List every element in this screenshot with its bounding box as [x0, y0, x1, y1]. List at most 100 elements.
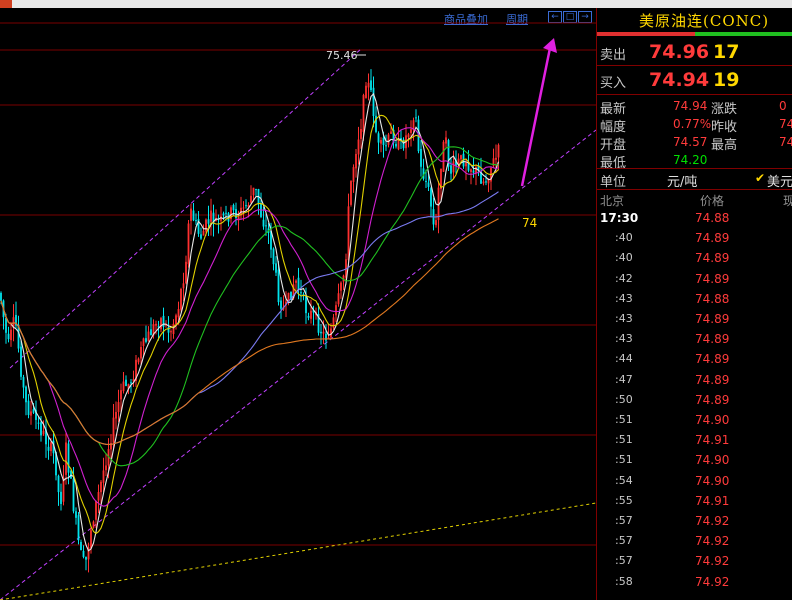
window-title-bar — [0, 0, 792, 8]
candle-body — [347, 206, 350, 261]
tick-time: :55 — [615, 493, 633, 507]
tick-price: 74.89 — [695, 312, 730, 326]
unit-row: 单位 元/吨 ✔ 美元 — [597, 170, 792, 190]
candle-body — [200, 234, 202, 239]
candle-body — [387, 134, 390, 145]
tick-time: :43 — [615, 312, 633, 325]
candle-body — [92, 521, 95, 528]
candle-body — [125, 379, 127, 386]
candle-body — [340, 282, 342, 291]
currency-select[interactable]: 美元 — [767, 171, 792, 190]
candle-body — [97, 492, 100, 501]
tick-row: :43 74.88 — [597, 292, 792, 312]
candle-body — [277, 269, 280, 303]
candle-body — [255, 189, 257, 191]
tick-row: :51 74.91 — [597, 433, 792, 453]
candle-body — [410, 129, 412, 133]
candle-body — [72, 478, 75, 512]
stat-value-2: 74 — [779, 135, 792, 149]
candle-body — [245, 205, 247, 207]
candle-body — [252, 187, 255, 196]
candle-body — [495, 157, 497, 160]
tick-time: :57 — [615, 534, 633, 548]
tick-price: 74.92 — [695, 574, 730, 589]
candle-body — [297, 277, 300, 290]
candle-body — [272, 248, 275, 265]
candle-body — [485, 181, 487, 183]
candle-body — [27, 400, 30, 415]
stat-row: 开盘 74.57 最高 74 — [597, 134, 792, 153]
candle-body — [175, 315, 177, 325]
candle-body — [265, 225, 267, 227]
candle-body — [25, 386, 27, 403]
candle-body — [372, 87, 375, 117]
stat-value-2: 0 — [779, 99, 787, 113]
candle-body — [450, 165, 452, 174]
candle-body — [67, 443, 70, 473]
tick-time: :54 — [615, 473, 633, 487]
tick-price: 74.92 — [695, 554, 730, 569]
unit-label: 单位 — [600, 175, 627, 190]
candle-body — [305, 295, 307, 314]
tick-row: :43 74.89 — [597, 332, 792, 352]
tick-time: :50 — [615, 392, 633, 406]
candle-body — [225, 212, 227, 214]
tick-time: :42 — [615, 271, 633, 285]
candle-body — [435, 220, 437, 226]
candle-body — [222, 213, 225, 216]
instrument-title: 美原油连(CONC) — [639, 12, 770, 30]
candle-body — [182, 283, 185, 289]
candle-body — [430, 188, 432, 207]
candle-body — [280, 300, 282, 309]
candle-body — [365, 85, 367, 98]
stat-label: 开盘 — [600, 138, 627, 153]
candle-body — [452, 161, 455, 173]
sell-volume: 17 — [713, 41, 740, 63]
candle-body — [37, 422, 40, 424]
tick-price: 74.89 — [695, 352, 730, 367]
stat-value: 74.57 — [673, 135, 708, 149]
stat-label-2: 昨收 — [711, 120, 738, 135]
tick-price-header: 价格 — [700, 194, 725, 208]
tick-vol-header: 现 — [783, 192, 792, 209]
tick-time: :51 — [615, 413, 633, 426]
candle-body — [195, 220, 197, 222]
candle-body — [105, 465, 107, 471]
candle-body — [445, 137, 447, 144]
candle-body — [295, 280, 297, 283]
stat-value-2: 74 — [779, 117, 792, 131]
tick-price: 74.89 — [695, 251, 730, 266]
buy-row: 买入 74.94 19 — [597, 68, 792, 92]
divider — [597, 94, 792, 95]
sell-label: 卖出 — [600, 48, 627, 63]
candle-body — [5, 317, 7, 333]
candle-body — [350, 181, 352, 205]
candle-body — [390, 131, 392, 134]
candle-body — [192, 210, 195, 221]
tick-time: :57 — [615, 554, 633, 568]
tick-row: :43 74.89 — [597, 312, 792, 332]
candle-body — [122, 381, 125, 392]
tick-price: 74.90 — [695, 453, 730, 468]
candle-body — [360, 128, 362, 139]
divider — [597, 168, 792, 169]
tick-price: 74.88 — [695, 291, 730, 306]
check-icon[interactable]: ✔ — [755, 171, 765, 185]
stat-label-2: 最高 — [711, 138, 738, 153]
candle-body — [115, 411, 117, 419]
tick-time: :44 — [615, 352, 633, 366]
candle-body — [310, 310, 312, 319]
candle-body — [205, 219, 207, 232]
candlestick-chart[interactable]: 75.46 74 — [0, 8, 596, 600]
candle-body — [352, 167, 355, 182]
stat-label: 幅度 — [600, 120, 627, 135]
candle-body — [57, 475, 60, 493]
candle-body — [60, 491, 62, 504]
stat-value: 74.94 — [673, 99, 708, 113]
candle-body — [22, 377, 25, 388]
stat-row: 最新 74.94 涨跌 0 — [597, 98, 792, 117]
tick-price: 74.89 — [695, 392, 730, 407]
tick-price: 74.89 — [695, 372, 730, 387]
candle-body — [187, 223, 190, 265]
tick-time: :47 — [615, 372, 633, 386]
